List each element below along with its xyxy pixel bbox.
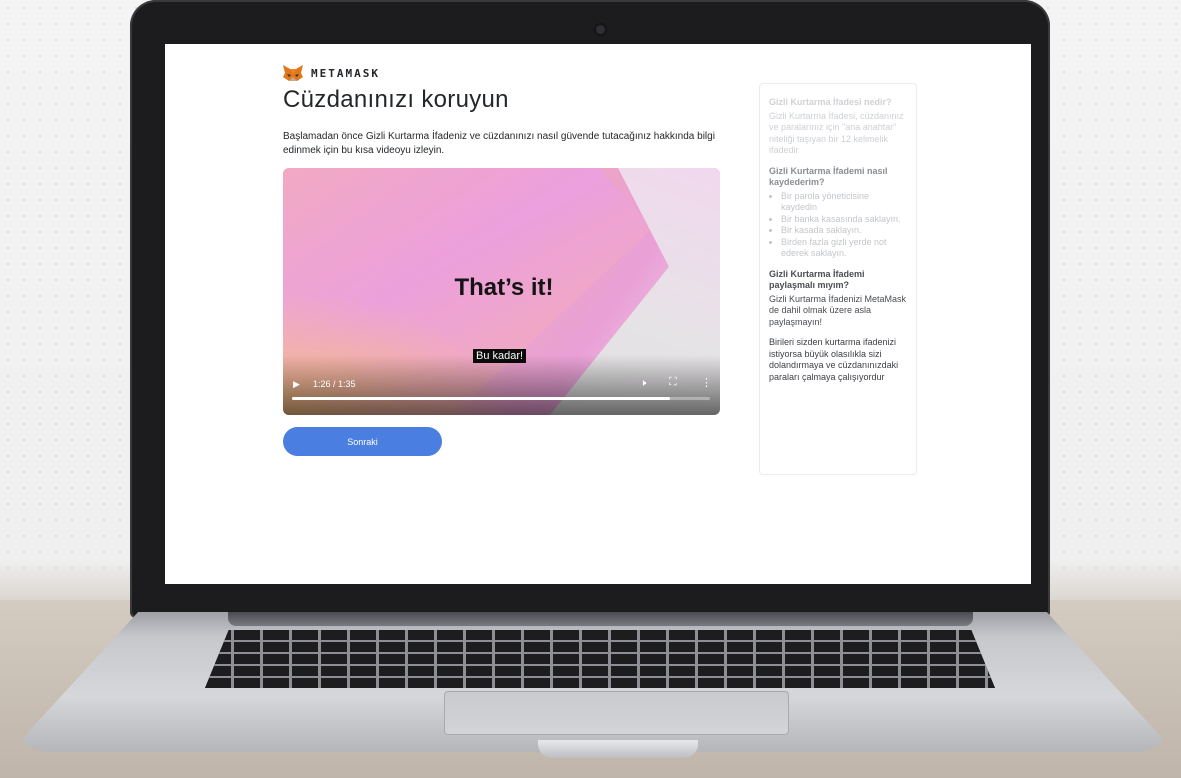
fullscreen-icon[interactable]: ⛶ [669, 376, 677, 389]
video-player[interactable]: That’s it! Bu kadar! ▶ 1:26 / 1:35 🕨 ⛶ ⋮ [283, 168, 720, 415]
laptop-hinge [228, 612, 973, 626]
play-icon[interactable]: ▶ [293, 379, 300, 390]
volume-icon[interactable]: 🕨 [640, 378, 646, 389]
laptop-lip [538, 740, 698, 758]
intro-text: Başlamadan önce Gizli Kurtarma İfadeniz … [283, 131, 715, 156]
brand-header: METAMASK [283, 65, 380, 81]
info-panel: Gizli Kurtarma İfadesi nedir? Gizli Kurt… [759, 83, 917, 475]
info-q1-title: Gizli Kurtarma İfadesi nedir? [769, 97, 892, 107]
info-q3-body: Gizli Kurtarma İfadenizi MetaMask de dah… [769, 293, 907, 327]
info-q3-title: Gizli Kurtarma İfademi paylaşmalı mıyım? [769, 268, 865, 291]
next-button[interactable]: Sonraki [283, 427, 442, 456]
list-item: Bir parola yöneticisine kaydedin [781, 191, 907, 214]
video-progress-fill [292, 397, 671, 400]
more-vertical-icon[interactable]: ⋮ [701, 376, 712, 389]
video-time: 1:26 / 1:35 [313, 379, 356, 389]
laptop-screen: METAMASK Cüzdanınızı koruyun Başlamadan … [165, 44, 1031, 584]
page-title: Cüzdanınızı koruyun [283, 86, 509, 113]
laptop-keyboard [205, 630, 995, 688]
video-progress-bar[interactable] [292, 397, 710, 400]
list-item: Bir kasada saklayın. [781, 225, 907, 237]
info-q2-title: Gizli Kurtarma İfademi nasıl kaydederim? [769, 165, 888, 188]
list-item: Bir banka kasasında saklayın. [781, 214, 907, 226]
fox-icon [283, 65, 303, 81]
info-q1-body: Gizli Kurtarma İfadesi, cüzdanınız ve pa… [769, 110, 904, 156]
info-warning: Birileri sizden kurtarma ifadenizi istiy… [769, 337, 899, 382]
brand-name: METAMASK [311, 66, 380, 80]
info-q2-list: Bir parola yöneticisine kaydedin Bir ban… [769, 191, 907, 260]
laptop-trackpad [444, 691, 789, 735]
list-item: Birden fazla gizli yerde not ederek sakl… [781, 237, 907, 260]
video-headline: That’s it! [454, 274, 554, 301]
webcam-icon [596, 25, 605, 34]
